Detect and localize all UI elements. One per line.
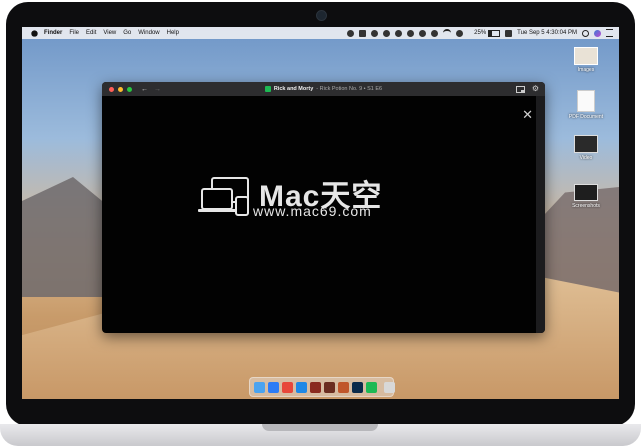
battery-indicator[interactable]: 25%	[469, 29, 501, 37]
window-right-rail	[536, 96, 545, 333]
close-video-icon[interactable]: ✕	[522, 108, 533, 121]
menu-view[interactable]: View	[103, 30, 116, 36]
menu-help[interactable]: Help	[167, 30, 179, 36]
episode-title: - Rick Potion No. 9 • S1 E6	[316, 86, 383, 92]
window-controls: ⚙	[515, 85, 539, 93]
flag-icon[interactable]	[505, 29, 513, 37]
desktop-item-pdf[interactable]: PDF Document	[561, 90, 611, 120]
status-pen-icon[interactable]	[395, 29, 403, 37]
app-icon-red[interactable]	[310, 381, 321, 393]
menu-app-name[interactable]: Finder	[44, 30, 62, 36]
desktop-item-video[interactable]: Video	[561, 135, 611, 161]
menu-window[interactable]: Window	[138, 30, 159, 36]
volume-icon[interactable]	[456, 29, 464, 37]
dropbox-icon[interactable]	[371, 29, 379, 37]
laptop-base-notch	[262, 424, 378, 431]
safari-icon[interactable]	[296, 381, 307, 393]
chrome-icon[interactable]	[282, 381, 293, 393]
picture-in-picture-icon[interactable]	[515, 85, 525, 93]
desktop-item-label: Video	[579, 155, 593, 161]
wifi-icon[interactable]	[443, 29, 452, 37]
settings-gear-icon[interactable]: ⚙	[532, 85, 539, 93]
status-record-icon[interactable]	[347, 29, 355, 37]
menu-clock[interactable]: Tue Sep 5 4:30:04 PM	[517, 30, 577, 36]
app-store-icon[interactable]	[268, 381, 279, 393]
desktop-item-label: Images	[577, 67, 595, 73]
menu-status-area: 25% Tue Sep 5 4:30:04 PM	[342, 27, 613, 39]
menu-bar: Finder File Edit View Go Window Help 25%…	[22, 27, 619, 39]
watermark-devices-icon	[198, 177, 249, 216]
photoshop-icon[interactable]	[352, 381, 363, 393]
finder-icon[interactable]	[254, 381, 265, 393]
spotlight-search-icon[interactable]	[582, 29, 589, 37]
apple-menu-icon[interactable]	[31, 29, 38, 37]
video-thumbnail-icon	[574, 135, 598, 153]
app-icon-brown[interactable]	[324, 381, 335, 393]
status-eye-icon[interactable]	[383, 29, 391, 37]
desktop-item-label: Screenshots	[572, 203, 600, 209]
menu-file[interactable]: File	[69, 30, 79, 36]
images-thumbnail-icon	[574, 47, 598, 65]
dock	[249, 377, 395, 397]
camera-icon	[316, 10, 327, 21]
screenshot-thumbnail-icon	[574, 184, 598, 201]
trash-icon[interactable]	[384, 381, 395, 393]
desktop-item-label: PDF Document	[568, 114, 604, 120]
pdf-document-icon	[577, 90, 595, 112]
watermark: Mac天空 www.mac69.com	[195, 171, 435, 241]
window-title: Rick and Morty - Rick Potion No. 9 • S1 …	[102, 82, 545, 96]
notification-center-icon[interactable]	[606, 29, 613, 37]
app-icon-orange[interactable]	[338, 381, 349, 393]
status-gear-icon[interactable]	[407, 29, 415, 37]
spotify-icon[interactable]	[366, 381, 377, 393]
watermark-url: www.mac69.com	[253, 203, 372, 219]
status-bluetooth-icon[interactable]	[431, 29, 439, 37]
status-cloud-icon[interactable]	[419, 29, 427, 37]
siri-icon[interactable]	[594, 29, 601, 37]
show-title: Rick and Morty	[273, 86, 314, 92]
menu-edit[interactable]: Edit	[86, 30, 96, 36]
battery-percent-label: 25%	[474, 30, 487, 36]
desktop-item-images[interactable]: Images	[561, 47, 611, 73]
window-titlebar[interactable]: ← → Rick and Morty - Rick Potion No. 9 •…	[102, 82, 545, 96]
app-logo-icon	[264, 86, 271, 92]
battery-icon	[488, 29, 501, 37]
menu-go[interactable]: Go	[123, 30, 131, 36]
battery-fill	[489, 30, 492, 36]
status-grid-icon[interactable]	[359, 29, 367, 37]
desktop-item-screenshots[interactable]: Screenshots	[561, 184, 611, 209]
